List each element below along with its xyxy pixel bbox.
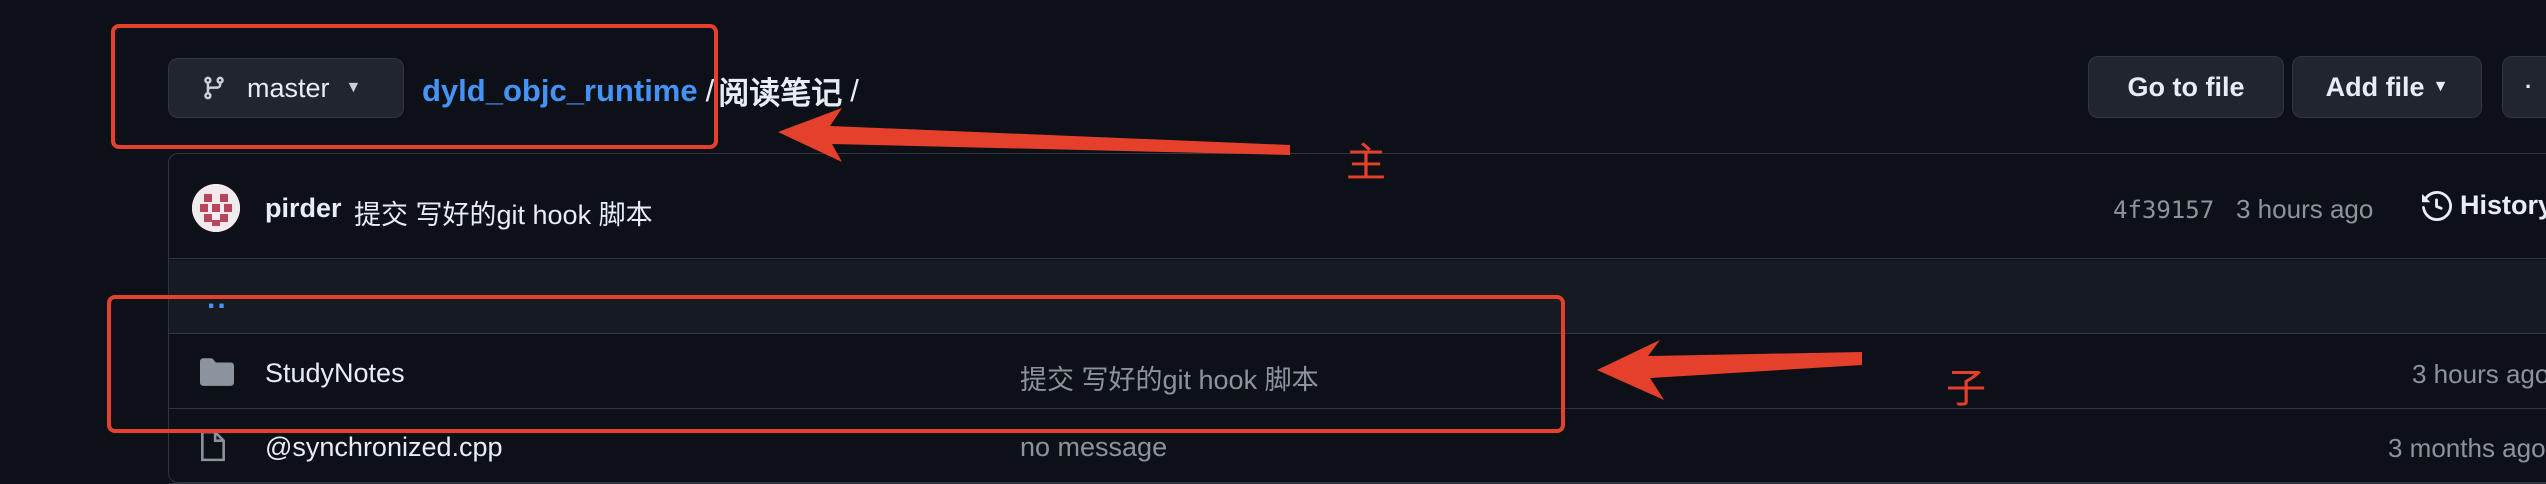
annotation-arrows xyxy=(778,108,1862,400)
annotation-label-child: 子 xyxy=(1946,367,1986,411)
annotation-arrow-main xyxy=(778,108,1290,162)
annotation-label-main: 主 xyxy=(1346,141,1386,185)
annotation-arrow-child xyxy=(1597,340,1862,400)
